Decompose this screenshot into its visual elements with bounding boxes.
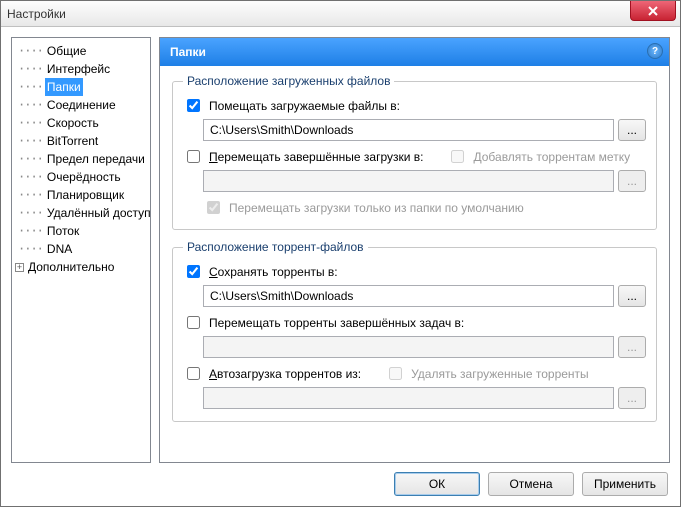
checkbox-only-default — [207, 201, 220, 214]
group-torrents: Расположение торрент-файлов Сохранять то… — [172, 240, 657, 422]
path-move-finished: ... — [203, 336, 646, 358]
row-move-finished: Перемещать торренты завершённых задач в: — [183, 313, 646, 332]
input-autoload-path — [203, 387, 614, 409]
tree-branch-icon: ···· — [14, 114, 45, 132]
panel-title: Папки — [170, 45, 206, 59]
browse-save-torrents[interactable]: ... — [618, 285, 646, 307]
label-delete-loaded: Удалять загруженные торренты — [411, 367, 589, 381]
tree-branch-icon: ···· — [14, 240, 45, 258]
tree-item-label: Интерфейс — [45, 60, 112, 78]
cancel-button[interactable]: Отмена — [488, 472, 574, 496]
tree-branch-icon: ···· — [14, 186, 45, 204]
dialog-body: ····Общие····Интерфейс····Папки····Соеди… — [1, 27, 680, 506]
tree-item-1[interactable]: ····Интерфейс — [14, 60, 148, 78]
browse-move-finished: ... — [618, 336, 646, 358]
path-move-done: ... — [203, 170, 646, 192]
tree-item-12[interactable]: +Дополнительно — [14, 258, 148, 276]
expand-icon[interactable]: + — [15, 263, 24, 272]
row-move-done: Перемещать завершённые загрузки в: Добав… — [183, 147, 646, 166]
tree-item-label: Общие — [45, 42, 88, 60]
tree-item-0[interactable]: ····Общие — [14, 42, 148, 60]
group-torrents-legend: Расположение торрент-файлов — [183, 240, 368, 254]
tree-item-label: Удалённый доступ — [45, 204, 151, 222]
tree-item-label: Скорость — [45, 114, 101, 132]
row-only-default: Перемещать загрузки только из папки по у… — [203, 198, 646, 217]
label-save-torrents[interactable]: Сохранять торренты в: — [209, 265, 338, 279]
tree-item-label: DNA — [45, 240, 74, 258]
tree-item-4[interactable]: ····Скорость — [14, 114, 148, 132]
tree-branch-icon: ···· — [14, 204, 45, 222]
footer-buttons: ОК Отмена Применить — [394, 472, 668, 496]
checkbox-put-in[interactable] — [187, 99, 200, 112]
tree-branch-icon: ···· — [14, 168, 45, 186]
tree-item-label: BitTorrent — [45, 132, 100, 150]
browse-autoload: ... — [618, 387, 646, 409]
checkbox-move-done[interactable] — [187, 150, 200, 163]
tree-item-label: Предел передачи — [45, 150, 147, 168]
tree-branch-icon: ···· — [14, 222, 45, 240]
panel-header: Папки ? — [160, 38, 669, 66]
close-icon — [648, 6, 658, 16]
tree-item-label: Поток — [45, 222, 81, 240]
path-save-torrents: ... — [203, 285, 646, 307]
label-autoload[interactable]: Автозагрузка торрентов из: — [209, 367, 361, 381]
input-move-finished-path — [203, 336, 614, 358]
tree-item-10[interactable]: ····Поток — [14, 222, 148, 240]
checkbox-autoload[interactable] — [187, 367, 200, 380]
tree-item-label: Планировщик — [45, 186, 126, 204]
group-downloads: Расположение загруженных файлов Помещать… — [172, 74, 657, 230]
label-move-finished[interactable]: Перемещать торренты завершённых задач в: — [209, 316, 464, 330]
checkbox-append-label — [451, 150, 464, 163]
path-put-in: ... — [203, 119, 646, 141]
tree-item-9[interactable]: ····Удалённый доступ — [14, 204, 148, 222]
category-tree[interactable]: ····Общие····Интерфейс····Папки····Соеди… — [11, 37, 151, 463]
tree-item-5[interactable]: ····BitTorrent — [14, 132, 148, 150]
tree-item-11[interactable]: ····DNA — [14, 240, 148, 258]
tree-branch-icon: ···· — [14, 78, 45, 96]
window-title: Настройки — [7, 7, 66, 21]
tree-item-6[interactable]: ····Предел передачи — [14, 150, 148, 168]
tree-branch-icon: ···· — [14, 150, 45, 168]
tree-branch-icon: ···· — [14, 96, 45, 114]
row-save-torrents: Сохранять торренты в: — [183, 262, 646, 281]
settings-window: Настройки ····Общие····Интерфейс····Папк… — [0, 0, 681, 507]
panel-body: Расположение загруженных файлов Помещать… — [160, 66, 669, 462]
label-only-default: Перемещать загрузки только из папки по у… — [229, 201, 524, 215]
ok-button[interactable]: ОК — [394, 472, 480, 496]
input-save-torrents-path[interactable] — [203, 285, 614, 307]
label-move-done[interactable]: Перемещать завершённые загрузки в: — [209, 150, 423, 164]
titlebar: Настройки — [1, 1, 680, 27]
input-put-in-path[interactable] — [203, 119, 614, 141]
tree-branch-icon: ···· — [14, 60, 45, 78]
columns: ····Общие····Интерфейс····Папки····Соеди… — [11, 37, 670, 463]
tree-item-2[interactable]: ····Папки — [14, 78, 148, 96]
main-panel: Папки ? Расположение загруженных файлов … — [159, 37, 670, 463]
checkbox-delete-loaded — [389, 367, 402, 380]
tree-branch-icon: ···· — [14, 42, 45, 60]
group-downloads-legend: Расположение загруженных файлов — [183, 74, 394, 88]
row-put-in: Помещать загружаемые файлы в: — [183, 96, 646, 115]
tree-item-label: Соединение — [45, 96, 118, 114]
tree-item-label: Папки — [45, 78, 83, 96]
label-append-label: Добавлять торрентам метку — [473, 150, 630, 164]
browse-put-in[interactable]: ... — [618, 119, 646, 141]
checkbox-save-torrents[interactable] — [187, 265, 200, 278]
tree-item-label: Дополнительно — [26, 258, 116, 276]
tree-item-8[interactable]: ····Планировщик — [14, 186, 148, 204]
help-icon[interactable]: ? — [647, 43, 663, 59]
tree-item-label: Очерёдность — [45, 168, 123, 186]
apply-button[interactable]: Применить — [582, 472, 668, 496]
browse-move-done: ... — [618, 170, 646, 192]
tree-item-7[interactable]: ····Очерёдность — [14, 168, 148, 186]
input-move-done-path — [203, 170, 614, 192]
checkbox-move-finished[interactable] — [187, 316, 200, 329]
row-autoload: Автозагрузка торрентов из: Удалять загру… — [183, 364, 646, 383]
close-button[interactable] — [630, 1, 676, 21]
label-put-in[interactable]: Помещать загружаемые файлы в: — [209, 99, 400, 113]
tree-item-3[interactable]: ····Соединение — [14, 96, 148, 114]
path-autoload: ... — [203, 387, 646, 409]
tree-branch-icon: ···· — [14, 132, 45, 150]
